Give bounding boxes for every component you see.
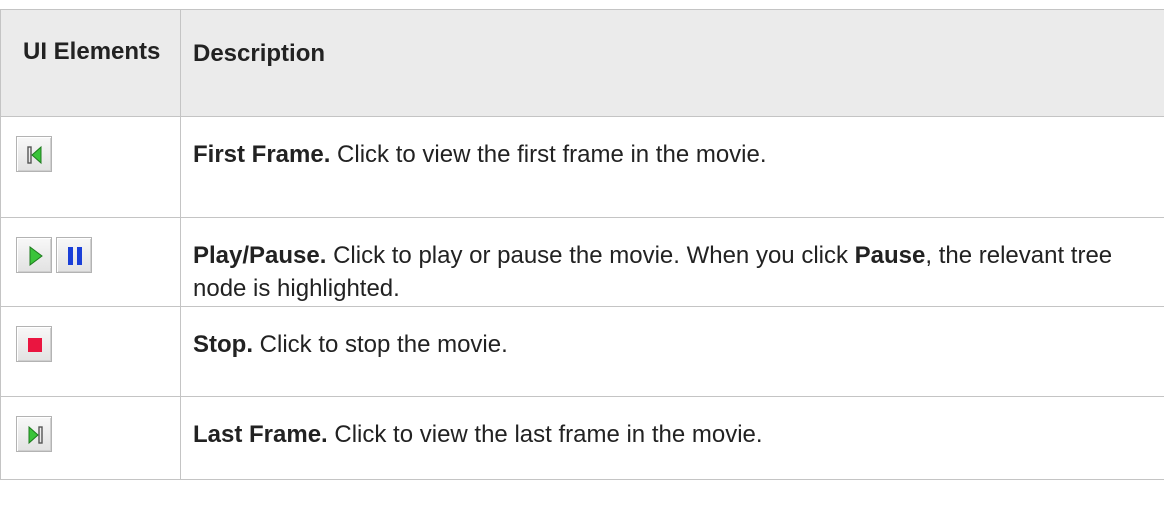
pause-button[interactable] bbox=[56, 237, 92, 273]
table-row: Stop. Click to stop the movie. bbox=[0, 306, 1164, 397]
description-cell: Play/Pause. Click to play or pause the m… bbox=[180, 217, 1164, 307]
table-header-row: UI Elements Description bbox=[0, 9, 1164, 117]
table-row: Play/Pause. Click to play or pause the m… bbox=[0, 217, 1164, 307]
header-ui-elements: UI Elements bbox=[0, 9, 181, 117]
item-title: Stop. bbox=[193, 331, 253, 358]
ui-element-cell bbox=[0, 306, 181, 397]
pause-icon bbox=[68, 247, 82, 265]
table-row: First Frame. Click to view the first fra… bbox=[0, 116, 1164, 218]
item-text: Click to play or pause the movie. When y… bbox=[326, 242, 855, 269]
item-title: First Frame. bbox=[193, 141, 331, 168]
ui-element-cell bbox=[0, 396, 181, 480]
play-button[interactable] bbox=[16, 237, 52, 273]
ui-element-cell bbox=[0, 217, 181, 307]
item-text: Click to view the first frame in the mov… bbox=[330, 141, 767, 168]
play-icon bbox=[29, 246, 43, 266]
description-cell: First Frame. Click to view the first fra… bbox=[180, 116, 1164, 218]
table-row: Last Frame. Click to view the last frame… bbox=[0, 396, 1164, 480]
item-title: Play/Pause. bbox=[193, 242, 327, 269]
ui-elements-table: UI Elements Description First Frame. Cli… bbox=[0, 9, 1164, 480]
item-title: Last Frame. bbox=[193, 421, 328, 448]
description-cell: Last Frame. Click to view the last frame… bbox=[180, 396, 1164, 480]
first-frame-button[interactable] bbox=[16, 136, 52, 172]
ui-element-cell bbox=[0, 116, 181, 218]
last-frame-icon bbox=[28, 425, 43, 445]
stop-button[interactable] bbox=[16, 326, 52, 362]
first-frame-icon bbox=[27, 145, 42, 165]
item-text: Click to view the last frame in the movi… bbox=[327, 421, 763, 448]
stop-icon bbox=[28, 338, 42, 352]
last-frame-button[interactable] bbox=[16, 416, 52, 452]
item-bold-inline: Pause bbox=[854, 242, 926, 269]
header-description: Description bbox=[180, 9, 1164, 117]
item-text: Click to stop the movie. bbox=[253, 331, 508, 358]
description-cell: Stop. Click to stop the movie. bbox=[180, 306, 1164, 397]
